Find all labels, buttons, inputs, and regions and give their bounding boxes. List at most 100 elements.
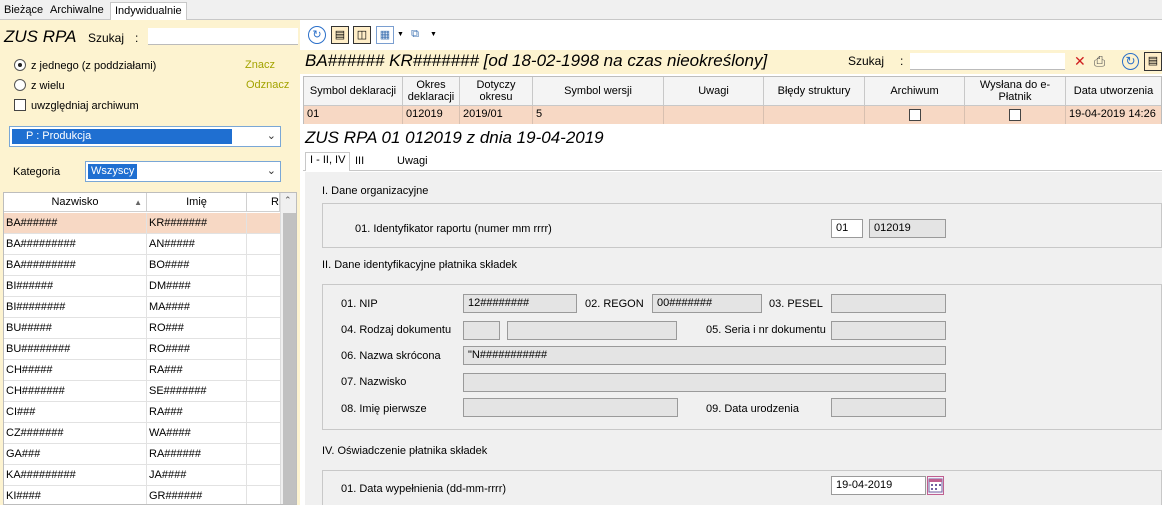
section-heading: I. Dane organizacyjne bbox=[322, 185, 429, 197]
declaration-wyslana[interactable] bbox=[965, 106, 1066, 124]
declaration-dotyczy[interactable]: 2019/01 bbox=[460, 106, 533, 124]
short-name-input[interactable]: "N########### bbox=[463, 346, 946, 365]
employee-search-input[interactable] bbox=[148, 28, 298, 45]
report-id-input[interactable]: 01 bbox=[831, 219, 863, 238]
calendar-icon[interactable] bbox=[927, 476, 944, 495]
column-header[interactable]: Błędy struktury bbox=[764, 77, 865, 105]
wyslana-checkbox[interactable] bbox=[1009, 109, 1021, 121]
cell-nazwisko: GA### bbox=[4, 444, 147, 464]
section-heading: II. Dane identyfikacyjne płatnika składe… bbox=[322, 259, 518, 271]
table-row[interactable]: GA### RA###### bbox=[4, 444, 280, 465]
table-row[interactable]: CI### RA### bbox=[4, 402, 280, 423]
table-row[interactable]: BU##### RO### bbox=[4, 318, 280, 339]
table-view-icon[interactable]: ▦ bbox=[376, 26, 394, 44]
pesel-input[interactable] bbox=[831, 294, 946, 313]
table-row[interactable]: BI######## MA#### bbox=[4, 297, 280, 318]
archiwum-checkbox[interactable] bbox=[908, 109, 921, 121]
doc-type-name-input[interactable] bbox=[507, 321, 677, 340]
declaration-uwagi[interactable] bbox=[664, 106, 764, 124]
declaration-search-input[interactable] bbox=[910, 53, 1065, 70]
form-view-icon[interactable]: ▤ bbox=[1144, 52, 1162, 71]
chevron-down-icon: ⌄ bbox=[266, 165, 276, 177]
split-view-icon[interactable]: ◫ bbox=[353, 26, 371, 44]
field-label: 03. PESEL bbox=[769, 298, 823, 310]
table-row[interactable]: CZ####### WA#### bbox=[4, 423, 280, 444]
category-select[interactable]: Wszyscy ⌄ bbox=[85, 161, 281, 182]
cell-nazwisko: BU######## bbox=[4, 339, 147, 359]
declaration-data[interactable]: 19-04-2019 14:26 bbox=[1066, 106, 1161, 124]
category-value: Wszyscy bbox=[88, 164, 138, 179]
tab-archiwalne[interactable]: Archiwalne bbox=[46, 2, 108, 20]
cell-imie: WA#### bbox=[147, 423, 247, 443]
mark-link[interactable]: Znacz bbox=[245, 59, 275, 71]
refresh-icon[interactable]: ↻ bbox=[1122, 53, 1139, 70]
department-select[interactable]: P : Produkcja ⌄ bbox=[9, 126, 281, 147]
first-name-input[interactable] bbox=[463, 398, 678, 417]
table-row[interactable]: KA######### JA#### bbox=[4, 465, 280, 486]
copy-icon[interactable]: ⧉ bbox=[406, 26, 424, 44]
column-header[interactable]: Symbol deklaracji bbox=[304, 77, 403, 105]
cell-imie: BO#### bbox=[147, 255, 247, 275]
nip-input[interactable]: 12######## bbox=[463, 294, 577, 313]
cell-imie: SE####### bbox=[147, 381, 247, 401]
search-colon: : bbox=[135, 31, 139, 45]
table-row[interactable]: BU######## RO#### bbox=[4, 339, 280, 360]
table-row[interactable]: CH##### RA### bbox=[4, 360, 280, 381]
archive-checkbox[interactable] bbox=[14, 99, 26, 111]
table-row[interactable]: BI###### DM#### bbox=[4, 276, 280, 297]
cell-imie: RO### bbox=[147, 318, 247, 338]
surname-input[interactable] bbox=[463, 373, 946, 392]
cell-imie: MA#### bbox=[147, 297, 247, 317]
report-period-input[interactable]: 012019 bbox=[869, 219, 946, 238]
section-box: 01. Data wypełnienia (dd-mm-rrrr) 19-04-… bbox=[322, 470, 1162, 505]
radio-many-label: z wielu bbox=[31, 80, 65, 92]
refresh-icon[interactable]: ↻ bbox=[308, 26, 326, 44]
table-row[interactable]: BA######### BO#### bbox=[4, 255, 280, 276]
print-icon[interactable]: ⎙ bbox=[1094, 53, 1105, 70]
tab-iii[interactable]: III bbox=[351, 154, 368, 171]
chevron-down-icon[interactable]: ▼ bbox=[430, 31, 437, 38]
column-header[interactable]: Uwagi bbox=[664, 77, 764, 105]
table-row[interactable]: KI#### GR###### bbox=[4, 486, 280, 504]
cell-nazwisko: BU##### bbox=[4, 318, 147, 338]
column-header[interactable]: Wysłana do e-Płatnik bbox=[965, 77, 1066, 105]
column-header[interactable]: Okres deklaracji bbox=[403, 77, 460, 105]
unmark-link[interactable]: Odznacz bbox=[246, 79, 289, 91]
panel-title: ZUS RPA bbox=[4, 27, 77, 46]
tab-uwagi[interactable]: Uwagi bbox=[393, 154, 432, 171]
column-header[interactable]: Dotyczy okresu bbox=[460, 77, 533, 105]
radio-one-department[interactable] bbox=[14, 59, 26, 71]
scroll-up-icon[interactable]: ⌃ bbox=[284, 195, 292, 206]
declaration-okres[interactable]: 012019 bbox=[403, 106, 460, 124]
table-row[interactable]: BA###### KR####### bbox=[4, 213, 280, 234]
column-header[interactable]: Symbol wersji bbox=[533, 77, 664, 105]
regon-input[interactable]: 00####### bbox=[652, 294, 762, 313]
declaration-wersja[interactable]: 5 bbox=[533, 106, 664, 124]
grid-scrollbar[interactable]: ⌃ bbox=[280, 193, 296, 504]
column-header-nazwisko[interactable]: Nazwisko ▲ bbox=[4, 193, 147, 212]
tab-biezace[interactable]: Bieżące bbox=[0, 2, 47, 20]
form-view-icon[interactable]: ▤ bbox=[331, 26, 349, 44]
cell-nazwisko: CI### bbox=[4, 402, 147, 422]
scrollbar-thumb[interactable] bbox=[283, 213, 296, 504]
delete-icon[interactable]: ✕ bbox=[1074, 53, 1086, 70]
doc-number-input[interactable] bbox=[831, 321, 946, 340]
doc-type-input[interactable] bbox=[463, 321, 500, 340]
chevron-down-icon[interactable]: ▼ bbox=[397, 31, 404, 38]
cell-imie: RA### bbox=[147, 360, 247, 380]
declaration-bledy[interactable] bbox=[764, 106, 865, 124]
radio-many-departments[interactable] bbox=[14, 79, 26, 91]
column-header-imie[interactable]: Imię bbox=[147, 193, 247, 212]
declaration-symbol[interactable]: 01 bbox=[304, 106, 403, 124]
column-header[interactable]: Data utworzenia bbox=[1066, 77, 1161, 105]
fill-date-input[interactable]: 19-04-2019 bbox=[831, 476, 926, 495]
declaration-archiwum[interactable] bbox=[865, 106, 965, 124]
birth-date-input[interactable] bbox=[831, 398, 946, 417]
table-row[interactable]: CH####### SE####### bbox=[4, 381, 280, 402]
category-label: Kategoria bbox=[13, 166, 61, 178]
tab-i-ii-iv[interactable]: I - II, IV bbox=[305, 152, 351, 171]
tab-indywidualnie[interactable]: Indywidualnie bbox=[110, 2, 187, 21]
column-header[interactable]: Archiwum bbox=[865, 77, 965, 105]
column-header-r[interactable]: R bbox=[247, 193, 280, 212]
table-row[interactable]: BA######### AN##### bbox=[4, 234, 280, 255]
